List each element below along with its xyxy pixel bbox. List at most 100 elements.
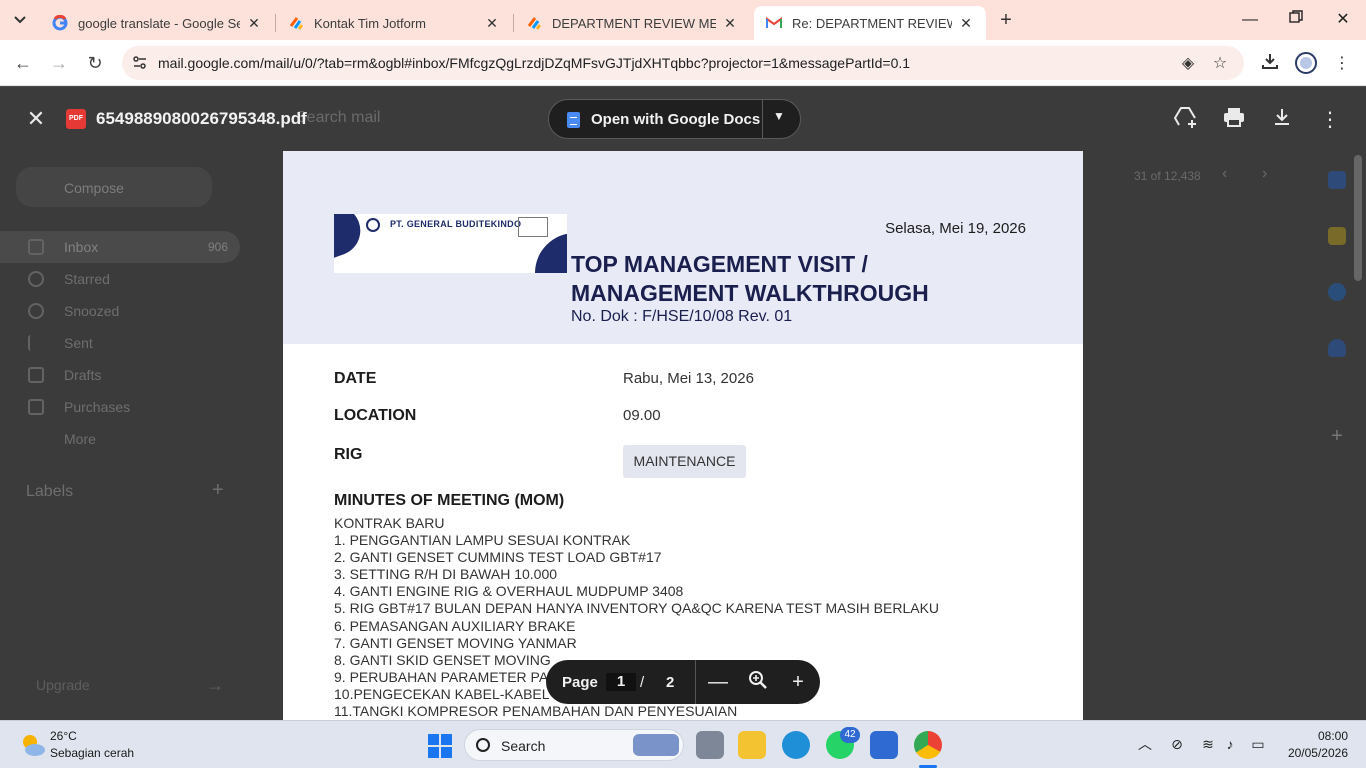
weather-partly-sunny-icon[interactable] — [20, 733, 45, 757]
bookmark-star-icon[interactable]: ☆ — [1210, 54, 1230, 74]
clock-icon — [28, 303, 44, 319]
labels-heading: Labels — [26, 483, 74, 500]
zoom-icon[interactable] — [746, 670, 770, 694]
nav-label: Purchases — [64, 399, 131, 415]
nav-starred: Starred — [0, 263, 240, 295]
nav-label: Inbox — [64, 239, 99, 255]
pdf-viewer-header: ✕ PDF 6549889080026795348.pdf Open with … — [0, 87, 1366, 151]
gmail-icon — [766, 15, 782, 31]
dropdown-caret-icon[interactable]: ▼ — [773, 109, 785, 123]
company-name: PT. GENERAL BUDITEKINDO — [390, 219, 522, 229]
logo-emblem — [366, 218, 380, 232]
taskbar-search-box[interactable]: Search — [464, 729, 684, 761]
show-hidden-icons-chevron-icon[interactable]: ︿ — [1136, 735, 1154, 753]
pdf-file-icon: PDF — [66, 109, 86, 129]
search-icon — [476, 738, 490, 752]
windows-start-icon[interactable] — [428, 734, 452, 758]
tab-jotform-kontak[interactable]: Kontak Tim Jotform ✕ — [276, 6, 512, 40]
close-window-icon[interactable]: ✕ — [1331, 8, 1355, 32]
header-date: Selasa, Mei 19, 2026 — [885, 220, 1026, 237]
volume-icon[interactable]: ♪ — [1221, 735, 1239, 753]
close-tab-icon[interactable]: ✕ — [484, 15, 500, 32]
battery-icon[interactable]: ▭ — [1249, 735, 1267, 753]
document-header: PT. GENERAL BUDITEKINDO Selasa, Mei 19, … — [283, 151, 1083, 344]
tasks-icon — [1328, 283, 1346, 301]
close-tab-icon[interactable]: ✕ — [722, 15, 738, 32]
print-icon[interactable] — [1221, 107, 1247, 133]
tab-google-translate[interactable]: google translate - Google Search ✕ — [40, 6, 274, 40]
certification-seal — [518, 217, 548, 237]
start-tile — [441, 747, 452, 758]
file-explorer-icon[interactable] — [738, 731, 766, 759]
back-icon[interactable]: ← — [10, 50, 36, 76]
location-label: LOCATION — [334, 407, 417, 424]
clock-time[interactable]: 08:00 — [1318, 729, 1348, 743]
reload-icon[interactable]: ↻ — [82, 50, 108, 76]
nav-label: More — [64, 431, 96, 447]
logo-shape — [334, 214, 368, 260]
nav-label: Sent — [64, 335, 93, 351]
document-title: TOP MANAGEMENT VISIT / MANAGEMENT WALKTH… — [571, 250, 991, 308]
edge-icon[interactable] — [782, 731, 810, 759]
tab-search-chevron-icon[interactable] — [6, 8, 34, 32]
task-view-icon[interactable] — [696, 731, 724, 759]
page-label: Page — [562, 674, 598, 691]
new-tab-icon[interactable]: + — [994, 9, 1018, 33]
tab-title: Kontak Tim Jotform — [314, 15, 426, 31]
tab-gmail-active[interactable]: Re: DEPARTMENT REVIEW MEETING ✕ — [754, 6, 986, 40]
get-addons-icon: + — [1331, 425, 1343, 447]
zoom-out-icon[interactable]: — — [706, 670, 730, 694]
forward-icon[interactable]: → — [46, 50, 72, 76]
chrome-icon[interactable] — [914, 731, 942, 759]
url-text: mail.google.com/mail/u/0/?tab=rm&ogbl#in… — [158, 55, 911, 71]
minimize-icon[interactable]: — — [1238, 8, 1262, 32]
open-with-label: Open with Google Docs — [591, 111, 761, 128]
address-bar[interactable]: mail.google.com/mail/u/0/?tab=rm&ogbl#in… — [122, 46, 1244, 80]
start-tile — [441, 734, 452, 745]
more-options-icon[interactable]: ⋮ — [1317, 107, 1343, 133]
chevron-left-icon: ‹ — [1222, 165, 1228, 182]
downloads-icon[interactable] — [1258, 52, 1282, 76]
site-settings-icon[interactable] — [132, 55, 148, 71]
current-page-input[interactable]: 1 — [606, 673, 636, 691]
profile-avatar-icon[interactable] — [1294, 52, 1318, 76]
rig-label: RIG — [334, 446, 363, 463]
add-to-drive-icon[interactable] — [1173, 107, 1199, 133]
taskbar-search-label: Search — [501, 738, 546, 754]
close-icon[interactable]: ✕ — [24, 107, 48, 131]
lens-icon[interactable]: ◈ — [1178, 54, 1198, 74]
message-pagination: 31 of 12,438 — [1134, 169, 1201, 183]
close-tab-icon[interactable]: ✕ — [246, 15, 262, 32]
download-icon[interactable] — [1269, 107, 1295, 133]
restore-icon[interactable] — [1284, 8, 1308, 32]
clock-date[interactable]: 20/05/2026 — [1288, 746, 1348, 760]
zoom-in-icon[interactable]: + — [786, 670, 810, 694]
bag-icon — [28, 399, 44, 415]
contacts-icon — [1328, 339, 1346, 357]
nav-purchases: Purchases — [0, 391, 240, 423]
browser-toolbar: ← → ↻ mail.google.com/mail/u/0/?tab=rm&o… — [0, 40, 1366, 86]
page-separator: / — [640, 674, 645, 691]
date-label: DATE — [334, 370, 377, 387]
wifi-icon[interactable]: ≋ — [1199, 735, 1217, 753]
tab-title: Re: DEPARTMENT REVIEW MEETING — [792, 15, 952, 31]
title-line-1: TOP MANAGEMENT VISIT / — [571, 251, 868, 277]
company-logo: PT. GENERAL BUDITEKINDO — [334, 214, 567, 273]
document-number: No. Dok : F/HSE/10/08 Rev. 01 — [571, 308, 793, 325]
open-with-google-docs-button[interactable]: Open with Google Docs ▼ — [548, 99, 801, 139]
page-navigation-bar: Page 1 / 2 — + — [546, 660, 820, 704]
start-tile — [428, 747, 439, 758]
microsoft-store-icon[interactable] — [870, 731, 898, 759]
tab-department-review[interactable]: DEPARTMENT REVIEW MEETING ✕ — [514, 6, 750, 40]
scrollbar[interactable] — [1354, 155, 1362, 281]
chrome-menu-icon[interactable]: ⋮ — [1330, 52, 1354, 76]
total-pages: 2 — [666, 674, 675, 691]
calendar-icon — [1328, 171, 1346, 189]
close-tab-icon[interactable]: ✕ — [958, 15, 974, 32]
network-disabled-icon[interactable]: ⊘ — [1168, 735, 1186, 753]
tab-title: google translate - Google Search — [78, 15, 240, 31]
arrow-right-icon: → — [206, 675, 224, 695]
location-value: 09.00 — [623, 407, 661, 424]
compose-label: Compose — [64, 180, 124, 196]
compose-button: Compose — [16, 167, 212, 207]
